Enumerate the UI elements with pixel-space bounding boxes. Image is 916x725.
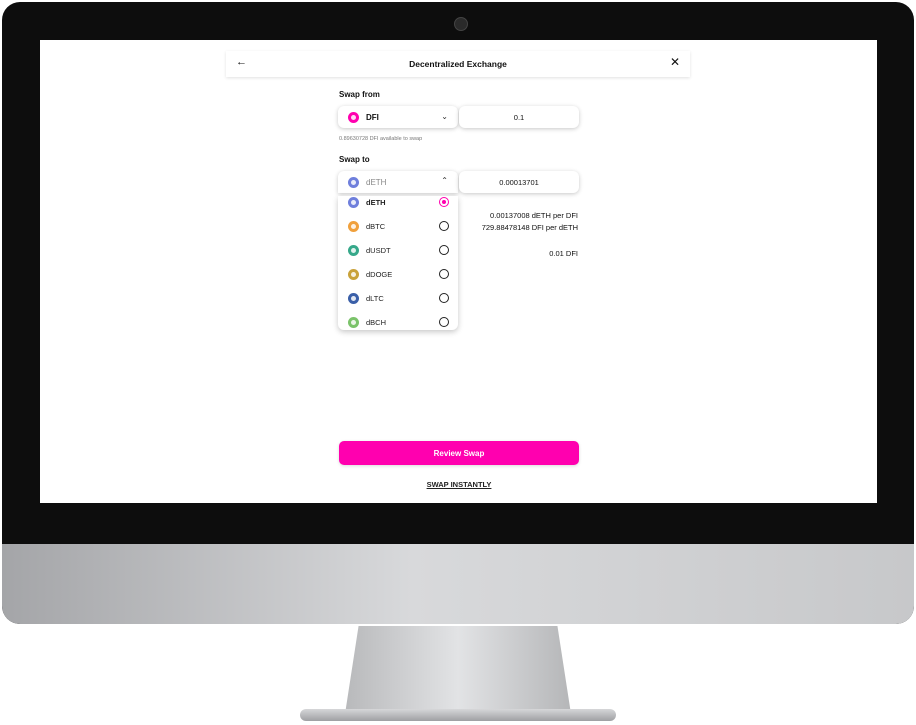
radio-icon[interactable] <box>439 293 449 303</box>
doge-coin-icon <box>348 268 359 280</box>
swap-to-label: Swap to <box>339 155 370 164</box>
radio-icon[interactable] <box>439 317 449 327</box>
header-bar: ← Decentralized Exchange ✕ <box>226 51 690 77</box>
swap-instantly-link[interactable]: SWAP INSTANTLY <box>339 480 579 489</box>
token-option-dbtc[interactable]: dBTC <box>338 217 458 235</box>
radio-icon[interactable] <box>439 221 449 231</box>
back-arrow-icon[interactable]: ← <box>236 56 247 68</box>
chevron-down-icon: ⌄ <box>441 112 448 121</box>
monitor-chin <box>2 544 914 624</box>
token-option-dltc[interactable]: dLTC <box>338 289 458 307</box>
swap-from-token-label: DFI <box>366 112 379 122</box>
ltc-coin-icon <box>348 292 359 304</box>
swap-from-amount-input[interactable]: 0.1 <box>459 106 579 128</box>
usdt-coin-icon <box>348 244 359 256</box>
rate-line-1: 0.00137008 dETH per DFI <box>490 211 578 220</box>
radio-icon[interactable] <box>439 245 449 255</box>
option-label: dBTC <box>366 221 386 231</box>
token-dropdown: dETH dBTC dUSDT dDOGE dLTC dBCH <box>338 196 458 330</box>
token-option-ddoge[interactable]: dDOGE <box>338 265 458 283</box>
monitor-stand-base <box>300 709 616 721</box>
option-label: dETH <box>366 197 386 207</box>
token-option-dusdt[interactable]: dUSDT <box>338 241 458 259</box>
swap-from-token-select[interactable]: DFI ⌄ <box>338 106 458 128</box>
swap-to-token-label: dETH <box>366 177 387 187</box>
available-balance-text: 0.89630728 DFI available to swap <box>339 136 423 142</box>
fee-value: 0.01 DFI <box>549 249 578 258</box>
token-option-dbch[interactable]: dBCH <box>338 313 458 331</box>
app-screen: ← Decentralized Exchange ✕ Swap from DFI… <box>40 40 877 503</box>
monitor-stand <box>345 626 571 714</box>
option-label: dBCH <box>366 317 387 327</box>
eth-coin-icon <box>348 196 359 208</box>
page-title: Decentralized Exchange <box>409 59 507 69</box>
camera-icon <box>454 17 468 31</box>
option-label: dUSDT <box>366 245 391 255</box>
option-label: dDOGE <box>366 269 393 279</box>
eth-coin-icon <box>348 176 359 188</box>
btc-coin-icon <box>348 220 359 232</box>
swap-from-label: Swap from <box>339 90 380 99</box>
option-label: dLTC <box>366 293 384 303</box>
dfi-coin-icon <box>348 111 359 123</box>
close-icon[interactable]: ✕ <box>670 55 680 69</box>
token-option-deth[interactable]: dETH <box>338 193 458 211</box>
rate-line-2: 729.88478148 DFI per dETH <box>481 223 578 232</box>
exchange-rates: 0.00137008 dETH per DFI 729.88478148 DFI… <box>459 210 578 234</box>
swap-to-amount-input[interactable]: 0.00013701 <box>459 171 579 193</box>
bch-coin-icon <box>348 316 359 328</box>
review-swap-button[interactable]: Review Swap <box>339 441 579 465</box>
radio-selected-icon[interactable] <box>439 197 449 207</box>
radio-icon[interactable] <box>439 269 449 279</box>
swap-to-token-select[interactable]: dETH ⌃ <box>338 171 458 193</box>
chevron-up-icon: ⌃ <box>441 176 448 185</box>
